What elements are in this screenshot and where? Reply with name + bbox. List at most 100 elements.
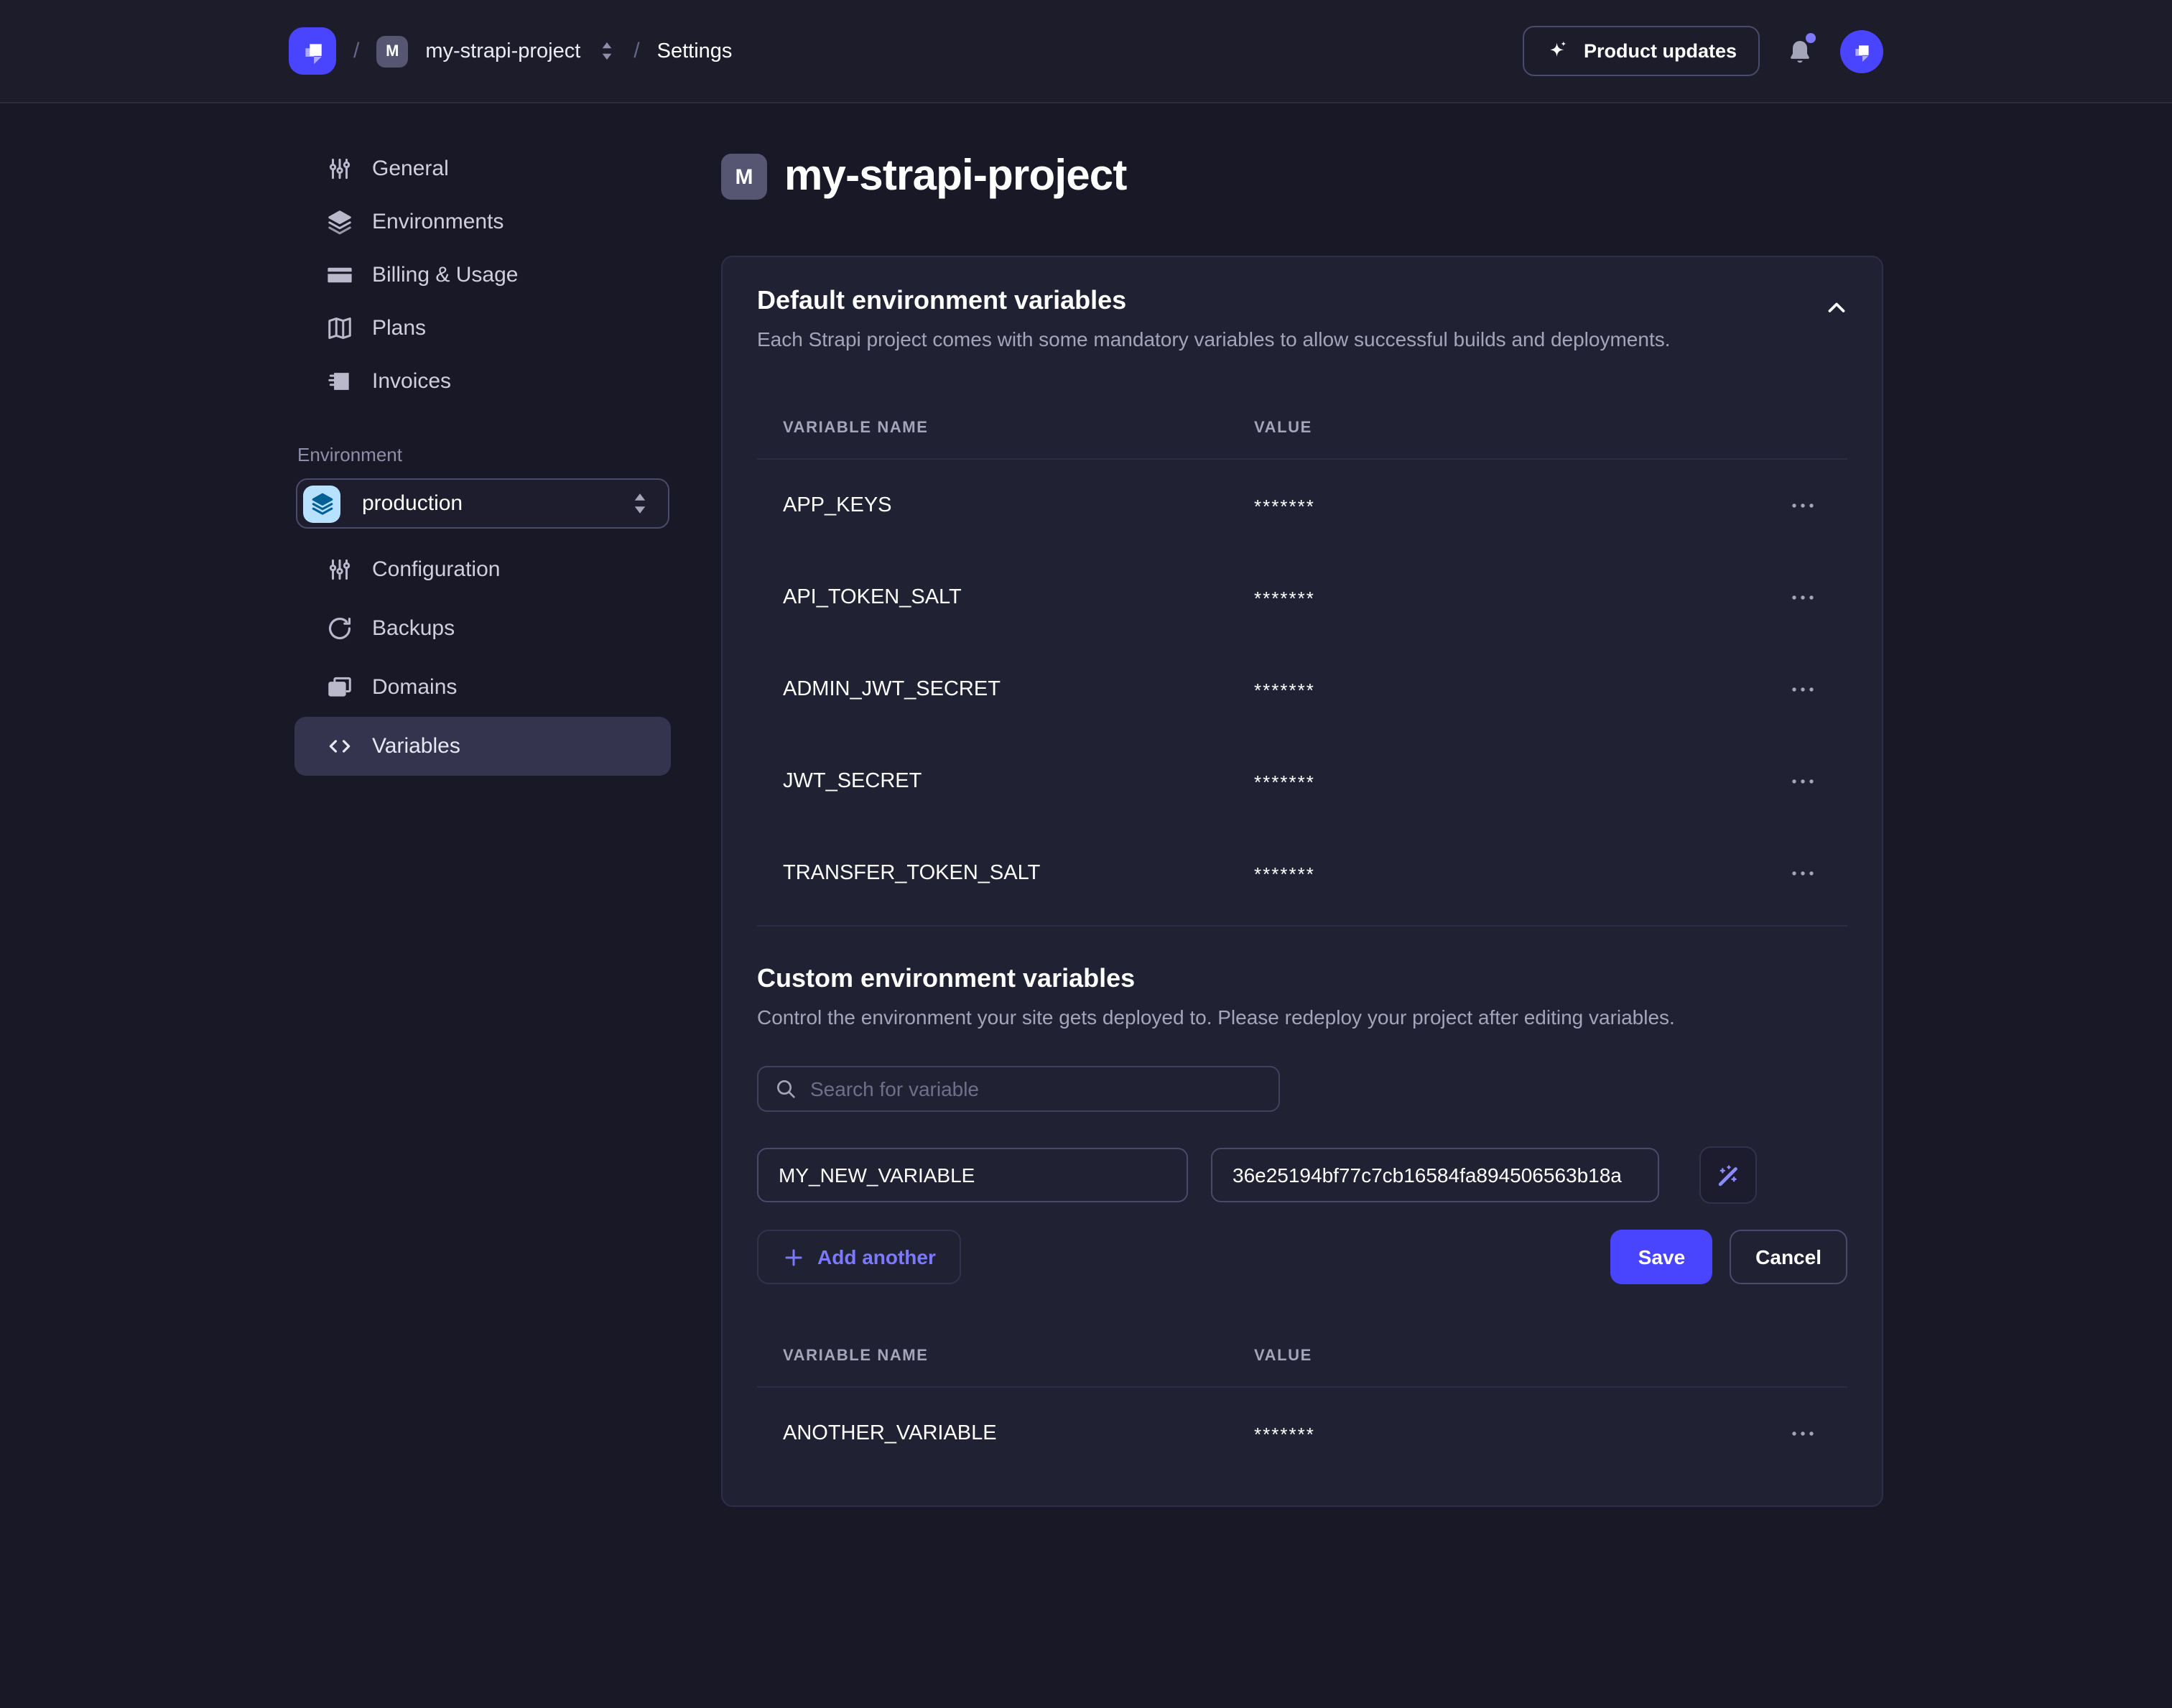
divider <box>757 925 1847 927</box>
layers-icon <box>326 208 353 236</box>
environment-nav: Configuration Backups <box>289 540 687 776</box>
search-icon <box>774 1077 797 1100</box>
project-title-badge: M <box>721 154 767 200</box>
sidebar-item-label: Domains <box>372 675 457 700</box>
breadcrumb-separator: / <box>353 39 359 63</box>
sidebar: General Environments <box>289 103 687 776</box>
sidebar-item-label: Configuration <box>372 557 500 582</box>
generate-value-button[interactable] <box>1699 1146 1757 1204</box>
environment-select-value: production <box>362 491 608 516</box>
receipt-icon <box>326 368 353 395</box>
column-value: VALUE <box>1254 1347 1312 1365</box>
sidebar-item-invoices[interactable]: Invoices <box>294 355 671 408</box>
product-updates-button[interactable]: Product updates <box>1523 26 1760 76</box>
row-menu-button[interactable] <box>1784 588 1821 608</box>
row-menu-button[interactable] <box>1784 771 1821 792</box>
meatball-menu-icon <box>1790 685 1816 694</box>
sidebar-item-label: Backups <box>372 616 455 641</box>
variable-search <box>757 1066 1280 1112</box>
rotate-icon <box>326 615 353 642</box>
project-title: my-strapi-project <box>784 152 1127 201</box>
folders-icon <box>326 674 353 701</box>
form-actions: Add another Save Cancel <box>757 1230 1847 1284</box>
row-menu-button[interactable] <box>1784 1424 1821 1444</box>
meatball-menu-icon <box>1790 869 1816 878</box>
layers-blue-icon <box>303 485 340 522</box>
breadcrumb: / M my-strapi-project / Settings <box>289 27 732 75</box>
page-title: M my-strapi-project <box>721 152 1883 201</box>
strapi-avatar-icon <box>1849 38 1875 64</box>
sidebar-item-configuration[interactable]: Configuration <box>294 540 671 599</box>
table-row: API_TOKEN_SALT ******* <box>757 552 1847 644</box>
sidebar-item-label: Billing & Usage <box>372 263 518 287</box>
sidebar-item-label: Invoices <box>372 369 451 394</box>
top-bar-actions: Product updates <box>1523 26 1883 76</box>
environment-section-label: Environment <box>297 444 687 465</box>
variable-value-masked: ******* <box>1254 495 1784 516</box>
sliders-icon <box>326 155 353 182</box>
default-vars-description: Each Strapi project comes with some mand… <box>757 328 1847 351</box>
table-row: ADMIN_JWT_SECRET ******* <box>757 644 1847 735</box>
table-row: ANOTHER_VARIABLE ******* <box>757 1388 1847 1480</box>
variable-value-masked: ******* <box>1254 771 1784 792</box>
sidebar-item-label: General <box>372 157 449 181</box>
search-input[interactable] <box>810 1077 1263 1100</box>
table-row: TRANSFER_TOKEN_SALT ******* <box>757 827 1847 919</box>
table-row: APP_KEYS ******* <box>757 460 1847 552</box>
sidebar-item-plans[interactable]: Plans <box>294 302 671 355</box>
meatball-menu-icon <box>1790 593 1816 602</box>
variables-card: Default environment variables Each Strap… <box>721 256 1883 1507</box>
sidebar-item-general[interactable]: General <box>294 142 671 195</box>
breadcrumb-settings[interactable]: Settings <box>657 40 733 62</box>
main-content: M my-strapi-project Default environment … <box>721 103 1883 1507</box>
sidebar-item-domains[interactable]: Domains <box>294 658 671 717</box>
collapse-section-button[interactable] <box>1823 294 1850 326</box>
breadcrumb-separator: / <box>634 39 639 63</box>
environment-select[interactable]: production <box>296 478 669 529</box>
product-updates-label: Product updates <box>1584 40 1737 62</box>
sidebar-item-environments[interactable]: Environments <box>294 195 671 249</box>
user-avatar[interactable] <box>1840 29 1883 73</box>
variable-name: ANOTHER_VARIABLE <box>783 1422 1254 1445</box>
project-badge: M <box>376 35 408 67</box>
cancel-button[interactable]: Cancel <box>1730 1230 1847 1284</box>
meatball-menu-icon <box>1790 1429 1816 1438</box>
add-another-label: Add another <box>817 1245 936 1268</box>
up-down-caret-icon <box>629 491 651 516</box>
strapi-cloud-app: / M my-strapi-project / Settings Product… <box>0 0 2172 1708</box>
chevron-up-icon <box>1823 294 1850 322</box>
magic-wand-icon <box>1714 1161 1742 1189</box>
plus-icon <box>783 1246 804 1268</box>
default-vars-title: Default environment variables <box>757 286 1847 316</box>
row-menu-button[interactable] <box>1784 496 1821 516</box>
new-variable-row <box>757 1146 1847 1204</box>
meatball-menu-icon <box>1790 777 1816 786</box>
variable-name-input[interactable] <box>757 1148 1188 1202</box>
variable-name: JWT_SECRET <box>783 770 1254 793</box>
sidebar-item-billing-usage[interactable]: Billing & Usage <box>294 249 671 302</box>
up-down-caret-icon[interactable] <box>598 40 616 62</box>
notifications-button[interactable] <box>1786 35 1814 67</box>
custom-vars-description: Control the environment your site gets d… <box>757 1006 1847 1029</box>
credit-card-icon <box>326 261 353 289</box>
variable-name: APP_KEYS <box>783 494 1254 517</box>
save-button[interactable]: Save <box>1611 1230 1712 1284</box>
sidebar-item-backups[interactable]: Backups <box>294 599 671 658</box>
row-menu-button[interactable] <box>1784 863 1821 883</box>
breadcrumb-project-name[interactable]: my-strapi-project <box>425 40 580 62</box>
variable-value-input[interactable] <box>1211 1148 1659 1202</box>
strapi-logo-icon[interactable] <box>289 27 336 75</box>
add-another-button[interactable]: Add another <box>757 1230 962 1284</box>
variable-value-masked: ******* <box>1254 587 1784 608</box>
sparkle-icon <box>1546 39 1571 63</box>
top-bar: / M my-strapi-project / Settings Product… <box>0 0 2172 103</box>
column-variable-name: VARIABLE NAME <box>783 1347 1254 1365</box>
table-row: JWT_SECRET ******* <box>757 735 1847 827</box>
sidebar-item-variables[interactable]: Variables <box>294 717 671 776</box>
variable-name: ADMIN_JWT_SECRET <box>783 678 1254 701</box>
variable-value-masked: ******* <box>1254 1423 1784 1444</box>
notification-dot <box>1806 32 1816 42</box>
column-variable-name: VARIABLE NAME <box>783 419 1254 437</box>
variable-name: TRANSFER_TOKEN_SALT <box>783 862 1254 885</box>
row-menu-button[interactable] <box>1784 679 1821 700</box>
